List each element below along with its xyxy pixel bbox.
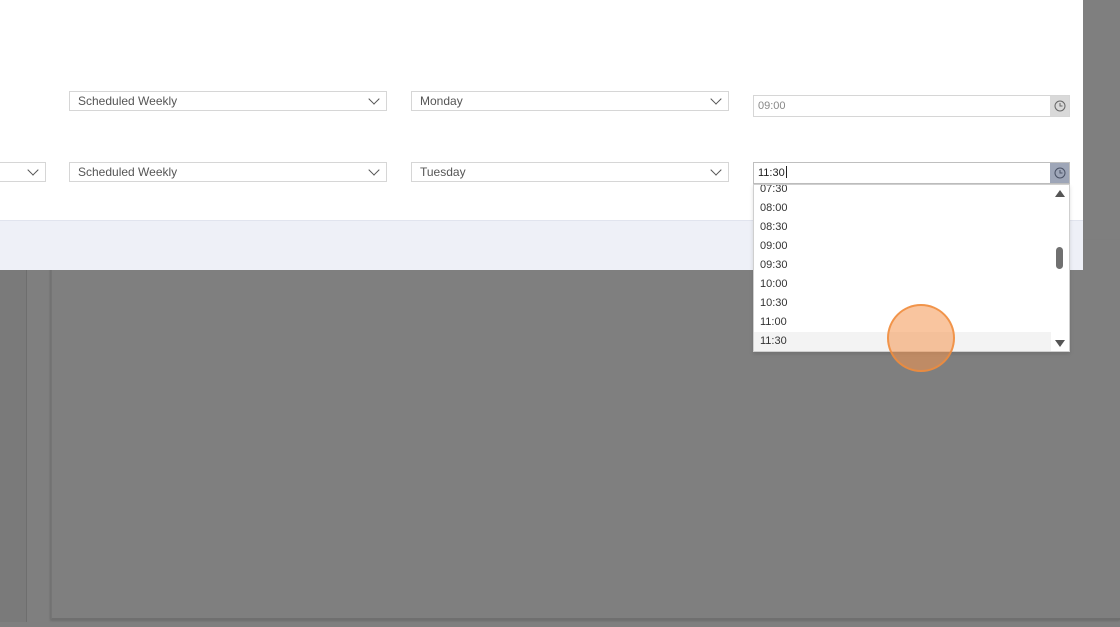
clock-icon: [1054, 100, 1066, 112]
row1-schedule-value: Scheduled Weekly: [78, 94, 178, 108]
chevron-down-icon: [710, 164, 722, 176]
row1-time-input[interactable]: 09:00: [753, 95, 1070, 117]
scroll-thumb[interactable]: [1056, 247, 1063, 269]
click-indicator: [887, 304, 955, 372]
row2-partial-select[interactable]: [0, 162, 46, 182]
row1-schedule-select[interactable]: Scheduled Weekly: [69, 91, 387, 111]
clock-icon: [1054, 167, 1066, 179]
time-option[interactable]: 08:30: [754, 218, 1052, 237]
row1-day-value: Monday: [420, 94, 463, 108]
text-caret: [785, 166, 787, 178]
triangle-down-icon[interactable]: [1055, 340, 1065, 347]
row2-schedule-select[interactable]: Scheduled Weekly: [69, 162, 387, 182]
row1-day-select[interactable]: Monday: [411, 91, 729, 111]
row1-clock-button[interactable]: [1050, 96, 1069, 116]
row2-clock-button[interactable]: [1050, 163, 1069, 183]
chevron-down-icon: [368, 93, 380, 105]
time-option[interactable]: 09:30: [754, 256, 1052, 275]
row2-day-select[interactable]: Tuesday: [411, 162, 729, 182]
chevron-down-icon: [27, 164, 39, 176]
row2-time-input[interactable]: 11:30: [753, 162, 1070, 184]
time-option[interactable]: 08:00: [754, 199, 1052, 218]
time-option[interactable]: 09:00: [754, 237, 1052, 256]
dropdown-scrollbar[interactable]: [1051, 185, 1069, 351]
time-option[interactable]: 10:00: [754, 275, 1052, 294]
chevron-down-icon: [368, 164, 380, 176]
row1-time-value: 09:00: [758, 100, 786, 112]
triangle-up-icon[interactable]: [1055, 190, 1065, 197]
chevron-down-icon: [710, 93, 722, 105]
row2-schedule-value: Scheduled Weekly: [78, 165, 178, 179]
row2-day-value: Tuesday: [420, 165, 466, 179]
row2-time-value: 11:30: [758, 167, 785, 179]
time-option[interactable]: 07:30: [754, 185, 1052, 199]
